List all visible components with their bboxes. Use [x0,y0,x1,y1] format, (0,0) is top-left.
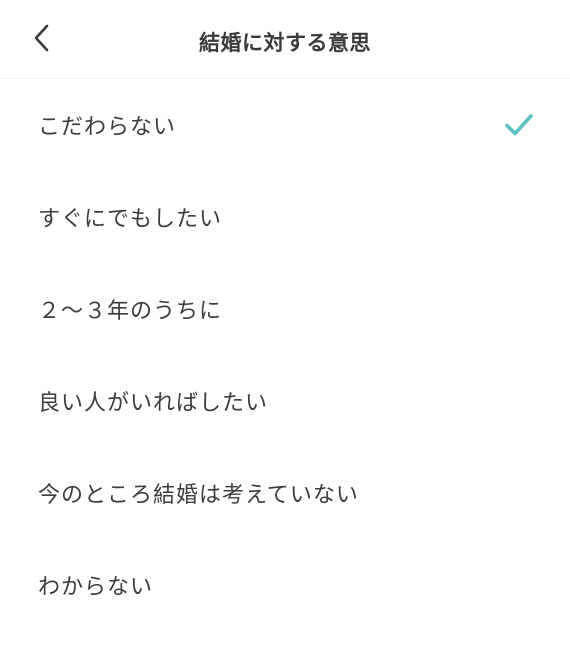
option-label: 良い人がいればしたい [38,391,269,416]
option-item-if-good-person[interactable]: 良い人がいればしたい [0,355,570,447]
option-label: わからない [38,575,154,600]
option-label: こだわらない [38,115,177,140]
option-label: 今のところ結婚は考えていない [38,483,359,508]
option-item-dont-know[interactable]: わからない [0,539,570,631]
option-item-asap[interactable]: すぐにでもしたい [0,171,570,263]
screen: 結婚に対する意思 こだわらない すぐにでもしたい ２〜３年のうちに 良い人がいれ… [0,0,570,653]
option-item-not-considering[interactable]: 今のところ結婚は考えていない [0,447,570,539]
option-label: すぐにでもしたい [38,207,223,232]
option-item-within-2-3-years[interactable]: ２〜３年のうちに [0,263,570,355]
option-label: ２〜３年のうちに [38,299,223,324]
option-item-no-preference[interactable]: こだわらない [0,79,570,171]
option-list: こだわらない すぐにでもしたい ２〜３年のうちに 良い人がいればしたい 今のとこ… [0,79,570,631]
checkmark-icon [504,112,534,138]
page-title: 結婚に対する意思 [199,31,371,55]
navigation-header: 結婚に対する意思 [0,0,570,79]
